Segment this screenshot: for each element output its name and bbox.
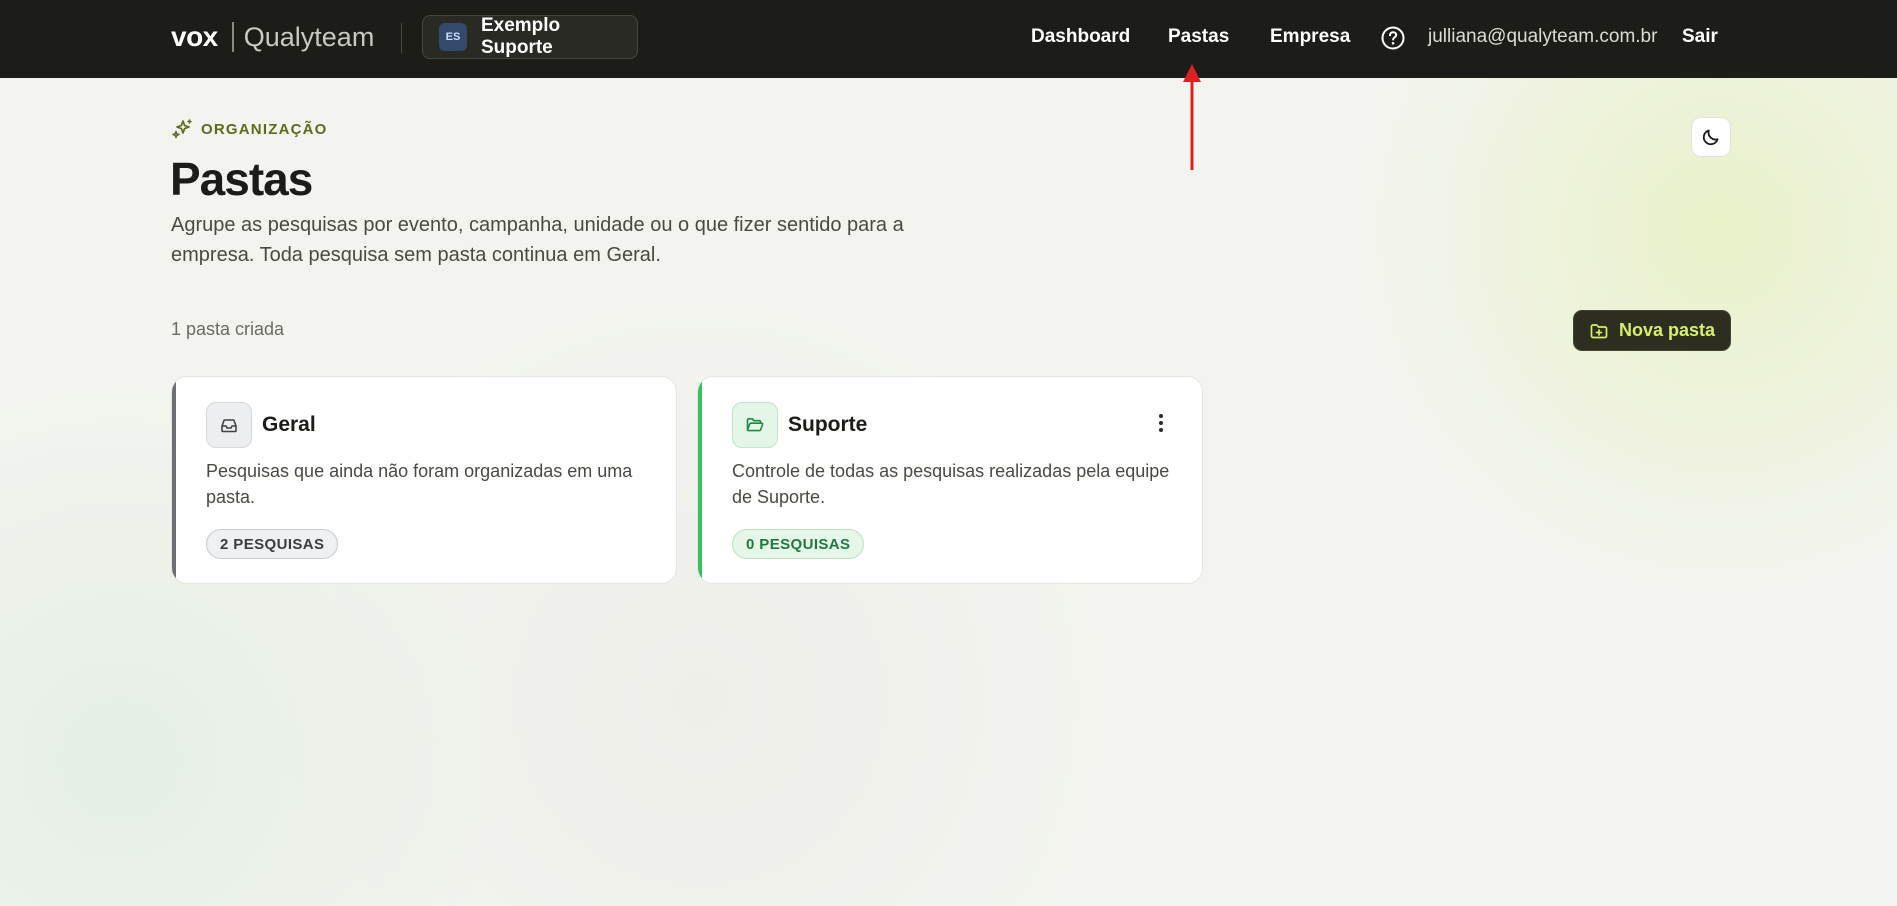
brand-vox: vox (171, 21, 218, 52)
folder-card-geral[interactable]: Geral Pesquisas que ainda não foram orga… (171, 376, 677, 584)
org-avatar: ES (439, 23, 467, 51)
question-circle-icon[interactable] (1380, 25, 1406, 51)
card-icon-box (732, 402, 778, 448)
new-folder-button[interactable]: Nova pasta (1573, 310, 1731, 351)
survey-count-badge: 2 PESQUISAS (206, 529, 339, 559)
brand-logo[interactable]: vox Qualyteam (171, 17, 374, 57)
theme-toggle-button[interactable] (1691, 117, 1731, 157)
folder-description: Controle de todas as pesquisas realizada… (732, 461, 1170, 507)
organization-switcher[interactable]: ES Exemplo Suporte (422, 15, 638, 59)
inbox-icon (221, 419, 237, 433)
survey-count-badge: 0 PESQUISAS (732, 529, 865, 559)
folder-card-suporte[interactable]: Suporte Controle de todas as pesquisas r… (697, 376, 1203, 584)
folder-plus-icon (1590, 323, 1608, 338)
annotation-arrow-icon (1183, 64, 1201, 170)
eyebrow-label: ORGANIZAÇÃO (201, 120, 328, 138)
moon-icon (1702, 129, 1719, 146)
folder-description: Pesquisas que ainda não foram organizada… (206, 461, 633, 507)
card-icon-box (206, 402, 252, 448)
nav-pastas[interactable]: Pastas (1168, 26, 1229, 48)
nav-empresa[interactable]: Empresa (1270, 26, 1350, 48)
top-navigation-bar: vox Qualyteam ES Exemplo Suporte Dashboa… (0, 0, 1897, 78)
header-divider (401, 23, 402, 53)
page-description: Agrupe as pesquisas por evento, campanha… (171, 214, 904, 266)
folder-title: Suporte (788, 413, 868, 436)
page-title: Pastas (170, 153, 313, 205)
brand-qualyteam: Qualyteam (243, 21, 375, 52)
folder-open-icon (746, 418, 764, 432)
org-name: Exemplo Suporte (480, 15, 561, 58)
folder-count: 1 pasta criada (171, 319, 285, 339)
brand-divider (231, 22, 234, 52)
new-folder-label: Nova pasta (1618, 320, 1716, 340)
more-options-icon[interactable] (1152, 411, 1170, 435)
section-eyebrow: ORGANIZAÇÃO (171, 118, 328, 140)
sparkles-icon (172, 119, 192, 139)
folder-title: Geral (262, 413, 316, 436)
logout-link[interactable]: Sair (1682, 26, 1718, 48)
user-email: julliana@qualyteam.com.br (1428, 26, 1658, 47)
card-accent-bar (172, 377, 176, 583)
nav-dashboard[interactable]: Dashboard (1031, 26, 1130, 48)
card-accent-bar (698, 377, 702, 583)
